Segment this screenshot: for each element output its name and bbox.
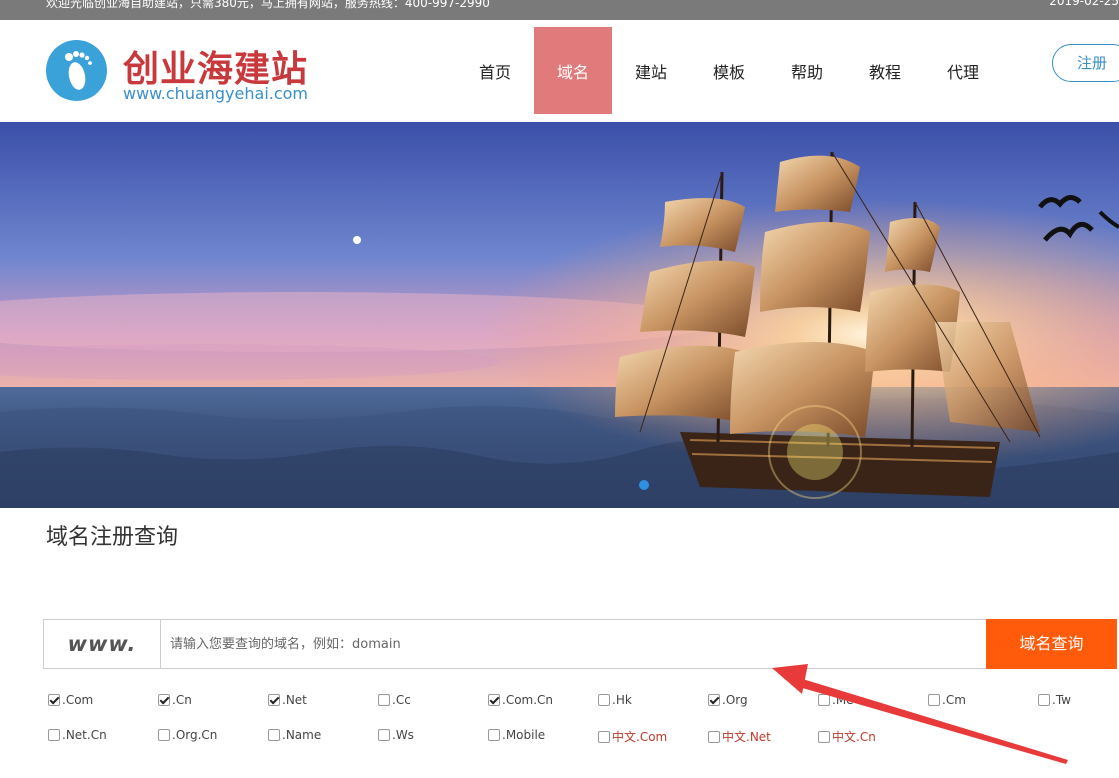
tld-checkbox[interactable] <box>48 694 60 706</box>
tld-checkbox-grid: .Com .Cn .Net .Cc .Com.Cn .Hk .Org .Me .Cm .Tw .N… <box>48 693 1119 763</box>
tld-row: .Com .Cn .Net .Cc .Com.Cn .Hk .Org .Me .Cm .Tw <box>48 693 1119 728</box>
sailing-ship-banner-image <box>0 122 1119 508</box>
nav-item-tutorials[interactable]: 教程 <box>846 27 924 114</box>
site-header: 创业海建站 www.chuangyehai.com 首页 域名 建站 模板 帮助… <box>0 20 1119 122</box>
tld-label: .Cc <box>392 693 411 707</box>
tld-label: .Org.Cn <box>172 728 218 742</box>
tld-option[interactable]: .Org <box>708 693 748 707</box>
tld-label: .Ws <box>392 728 414 742</box>
tld-label: .Com.Cn <box>502 693 554 707</box>
tld-label: 中文.Com <box>612 730 668 744</box>
tld-label: .Com <box>62 693 94 707</box>
tld-label: .Org <box>722 693 748 707</box>
page-title: 域名注册查询 <box>46 525 179 550</box>
tld-label: .Hk <box>612 693 632 707</box>
tld-label: .Net.Cn <box>62 728 107 742</box>
nav-item-home[interactable]: 首页 <box>456 27 534 114</box>
tld-checkbox[interactable] <box>488 694 500 706</box>
tld-option[interactable]: .Cm <box>928 693 966 707</box>
tld-option[interactable]: .Com.Cn <box>488 693 553 707</box>
tld-label: .Name <box>282 728 322 742</box>
footprint-logo-icon[interactable] <box>46 40 107 101</box>
tld-checkbox[interactable] <box>708 730 720 743</box>
tld-checkbox[interactable] <box>268 694 280 706</box>
tld-checkbox[interactable] <box>818 694 830 706</box>
tld-checkbox[interactable] <box>378 729 390 741</box>
tld-checkbox[interactable] <box>1038 694 1050 706</box>
tld-option[interactable]: 中文.Net <box>708 728 771 745</box>
tld-option[interactable]: .Cc <box>378 693 411 707</box>
nav-item-agent[interactable]: 代理 <box>924 27 1002 114</box>
tld-option[interactable]: .Mobile <box>488 728 545 742</box>
nav-item-domain[interactable]: 域名 <box>534 27 612 114</box>
tld-option[interactable]: .Org.Cn <box>158 728 217 742</box>
nav-item-build-site[interactable]: 建站 <box>612 27 690 114</box>
hero-banner <box>0 122 1119 508</box>
tld-label: .Tw <box>1052 693 1071 707</box>
tld-option[interactable]: .Tw <box>1038 693 1071 707</box>
domain-search-bar: www. 域名查询 <box>43 619 1117 669</box>
tld-label: .Cm <box>942 693 966 707</box>
tld-option[interactable]: 中文.Cn <box>818 728 876 745</box>
tld-option[interactable]: .Hk <box>598 693 632 707</box>
www-prefix: www. <box>44 620 161 668</box>
logo-url: www.chuangyehai.com <box>123 84 309 103</box>
tld-checkbox[interactable] <box>268 729 280 741</box>
main-nav: 首页 域名 建站 模板 帮助 教程 代理 <box>456 27 1002 114</box>
tld-option[interactable]: .Net <box>268 693 307 707</box>
tld-checkbox[interactable] <box>488 729 500 741</box>
nav-item-help[interactable]: 帮助 <box>768 27 846 114</box>
tld-row: .Net.Cn .Org.Cn .Name .Ws .Mobile 中文.Com 中文.Ne… <box>48 728 1119 763</box>
nav-item-templates[interactable]: 模板 <box>690 27 768 114</box>
top-bar: 欢迎光临创业海自助建站，只需380元，马上拥有网站，服务热线：400-997-2… <box>0 0 1119 20</box>
tld-option[interactable]: .Ws <box>378 728 414 742</box>
tld-checkbox[interactable] <box>158 694 170 706</box>
tld-label: .Cn <box>172 693 192 707</box>
tld-option[interactable]: .Me <box>818 693 854 707</box>
tld-checkbox[interactable] <box>818 730 830 743</box>
welcome-text: 欢迎光临创业海自助建站，只需380元，马上拥有网站，服务热线：400-997-2… <box>46 0 490 10</box>
tld-checkbox[interactable] <box>598 694 610 706</box>
tld-label: .Mobile <box>502 728 546 742</box>
register-button[interactable]: 注册 <box>1052 44 1119 82</box>
domain-search-input[interactable] <box>162 620 986 668</box>
date-text: 2019-02-25 <box>1049 0 1119 8</box>
tld-option[interactable]: .Name <box>268 728 321 742</box>
tld-label: 中文.Cn <box>832 730 876 744</box>
tld-option[interactable]: 中文.Com <box>598 728 667 745</box>
tld-label: .Net <box>282 693 307 707</box>
tld-option[interactable]: .Com <box>48 693 93 707</box>
tld-checkbox[interactable] <box>48 729 60 741</box>
domain-search-button[interactable]: 域名查询 <box>986 619 1117 669</box>
tld-label: .Me <box>832 693 854 707</box>
tld-checkbox[interactable] <box>158 729 170 741</box>
tld-checkbox[interactable] <box>598 730 610 743</box>
tld-checkbox[interactable] <box>378 694 390 706</box>
tld-checkbox[interactable] <box>708 694 720 706</box>
tld-checkbox[interactable] <box>928 694 940 706</box>
tld-option[interactable]: .Net.Cn <box>48 728 107 742</box>
tld-label: 中文.Net <box>722 730 771 744</box>
carousel-dot[interactable] <box>639 480 649 490</box>
tld-option[interactable]: .Cn <box>158 693 192 707</box>
